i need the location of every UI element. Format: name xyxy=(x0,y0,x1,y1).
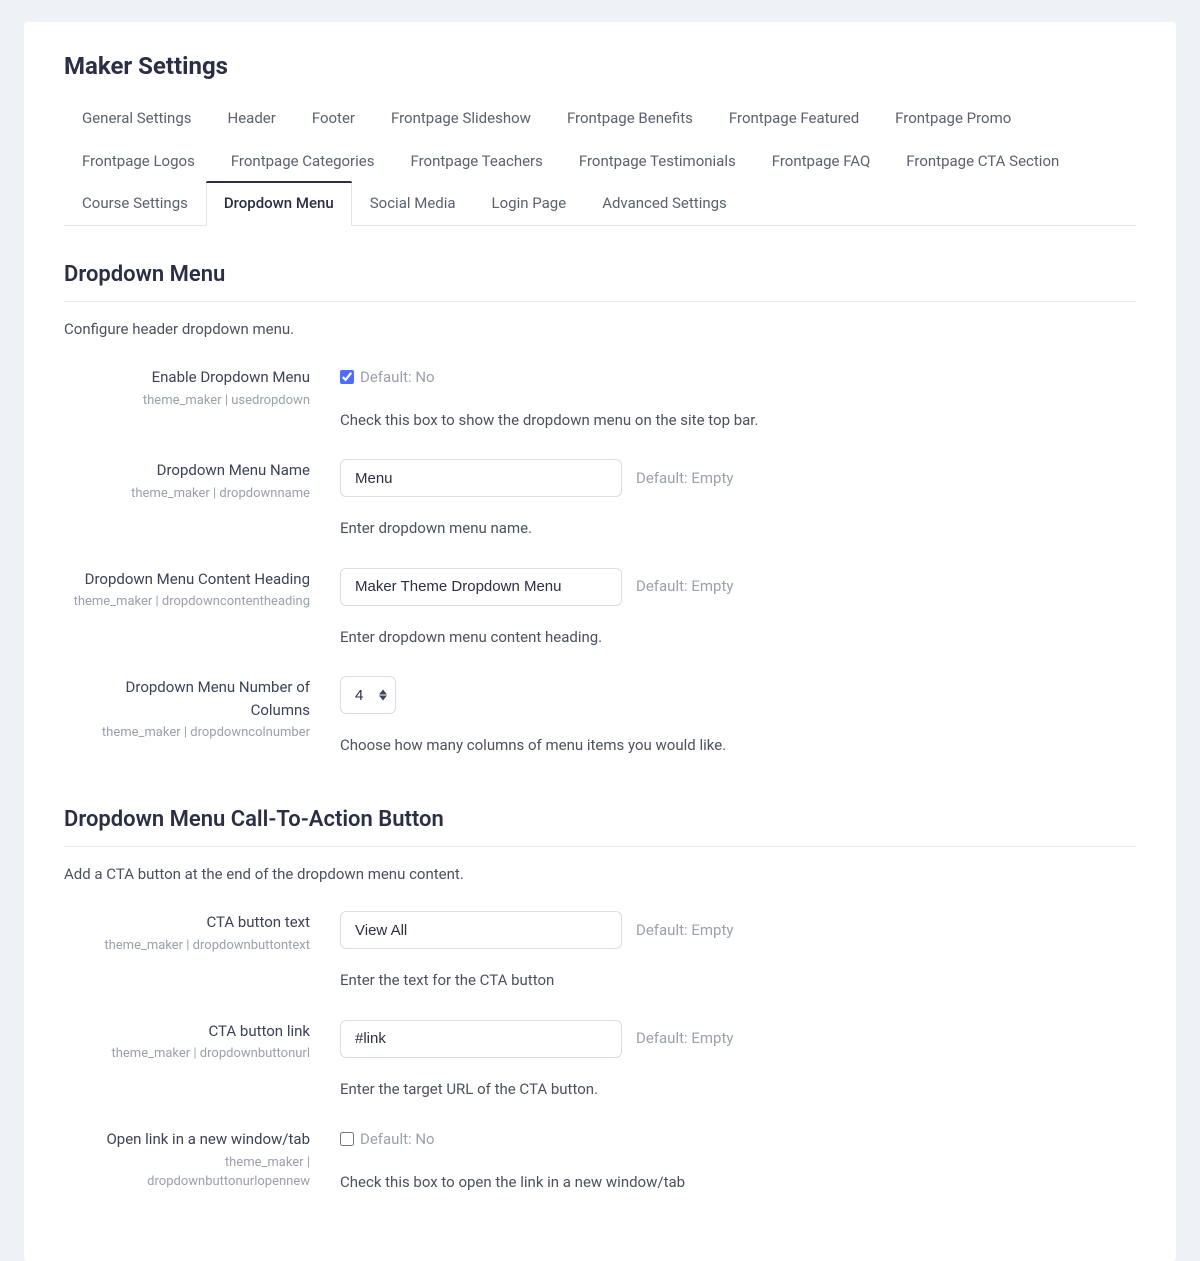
field-sub: theme_maker | dropdownname xyxy=(64,484,310,504)
cta-text-input[interactable] xyxy=(340,911,622,949)
input-col: Default: Empty Enter dropdown menu conte… xyxy=(340,568,1136,649)
row-cta-link: CTA button link theme_maker | dropdownbu… xyxy=(64,1020,1136,1101)
tabs-bar: General SettingsHeaderFooterFrontpage Sl… xyxy=(64,96,1136,226)
field-label: Open link in a new window/tab xyxy=(64,1128,310,1151)
tab-frontpage-categories[interactable]: Frontpage Categories xyxy=(213,139,393,183)
cta-link-input[interactable] xyxy=(340,1020,622,1058)
input-col: 4 Choose how many columns of menu items … xyxy=(340,676,1136,757)
label-col: Open link in a new window/tab theme_make… xyxy=(64,1128,340,1192)
label-col: Dropdown Menu Content Heading theme_make… xyxy=(64,568,340,612)
tab-frontpage-teachers[interactable]: Frontpage Teachers xyxy=(392,139,560,183)
help-text: Check this box to show the dropdown menu… xyxy=(340,409,1136,432)
field-label: Dropdown Menu Number of Columns xyxy=(64,676,310,721)
tab-frontpage-faq[interactable]: Frontpage FAQ xyxy=(754,139,889,183)
section-title-dropdown: Dropdown Menu xyxy=(64,258,1136,302)
field-label: CTA button link xyxy=(64,1020,310,1043)
enable-dropdown-checkbox[interactable] xyxy=(340,370,354,384)
field-sub: theme_maker | dropdownbuttonurl xyxy=(64,1044,310,1064)
label-col: CTA button text theme_maker | dropdownbu… xyxy=(64,911,340,955)
label-col: Dropdown Menu Number of Columns theme_ma… xyxy=(64,676,340,743)
section-desc-cta: Add a CTA button at the end of the dropd… xyxy=(64,863,1136,886)
tab-social-media[interactable]: Social Media xyxy=(352,181,474,226)
columns-select[interactable]: 4 xyxy=(340,676,396,714)
help-text: Enter dropdown menu content heading. xyxy=(340,626,1136,649)
help-text: Enter dropdown menu name. xyxy=(340,517,1136,540)
settings-panel: Maker Settings General SettingsHeaderFoo… xyxy=(24,22,1176,1261)
checkbox-wrap[interactable]: Default: No xyxy=(340,366,435,389)
label-col: CTA button link theme_maker | dropdownbu… xyxy=(64,1020,340,1064)
label-col: Enable Dropdown Menu theme_maker | usedr… xyxy=(64,366,340,410)
tab-dropdown-menu[interactable]: Dropdown Menu xyxy=(206,181,352,226)
new-window-checkbox[interactable] xyxy=(340,1132,354,1146)
input-col: Default: Empty Enter the target URL of t… xyxy=(340,1020,1136,1101)
row-new-window: Open link in a new window/tab theme_make… xyxy=(64,1128,1136,1193)
tab-frontpage-promo[interactable]: Frontpage Promo xyxy=(877,96,1029,140)
row-cta-text: CTA button text theme_maker | dropdownbu… xyxy=(64,911,1136,992)
default-text: Default: No xyxy=(360,1128,435,1151)
field-sub: theme_maker | dropdowncontentheading xyxy=(64,592,310,612)
tab-login-page[interactable]: Login Page xyxy=(474,181,585,226)
help-text: Choose how many columns of menu items yo… xyxy=(340,734,1136,757)
tab-footer[interactable]: Footer xyxy=(294,96,373,140)
dropdown-name-input[interactable] xyxy=(340,459,622,497)
field-sub: theme_maker | dropdowncolnumber xyxy=(64,723,310,743)
row-columns: Dropdown Menu Number of Columns theme_ma… xyxy=(64,676,1136,757)
field-sub: theme_maker | dropdownbuttontext xyxy=(64,936,310,956)
row-content-heading: Dropdown Menu Content Heading theme_make… xyxy=(64,568,1136,649)
help-text: Enter the target URL of the CTA button. xyxy=(340,1078,1136,1101)
default-text: Default: Empty xyxy=(636,919,733,942)
field-sub: theme_maker | dropdownbuttonurlopennew xyxy=(64,1153,310,1192)
tab-general-settings[interactable]: General Settings xyxy=(64,96,210,140)
field-label: Enable Dropdown Menu xyxy=(64,366,310,389)
field-label: Dropdown Menu Content Heading xyxy=(64,568,310,591)
field-sub: theme_maker | usedropdown xyxy=(64,391,310,411)
columns-select-wrap: 4 xyxy=(340,676,396,714)
tab-header[interactable]: Header xyxy=(210,96,294,140)
content-heading-input[interactable] xyxy=(340,568,622,606)
input-col: Default: No Check this box to open the l… xyxy=(340,1128,1136,1193)
tab-frontpage-logos[interactable]: Frontpage Logos xyxy=(64,139,213,183)
default-text: Default: No xyxy=(360,366,435,389)
input-col: Default: No Check this box to show the d… xyxy=(340,366,1136,431)
row-dropdown-name: Dropdown Menu Name theme_maker | dropdow… xyxy=(64,459,1136,540)
tab-frontpage-slideshow[interactable]: Frontpage Slideshow xyxy=(373,96,549,140)
default-text: Default: Empty xyxy=(636,1027,733,1050)
tab-course-settings[interactable]: Course Settings xyxy=(64,181,206,226)
section-title-cta: Dropdown Menu Call-To-Action Button xyxy=(64,803,1136,847)
tab-frontpage-testimonials[interactable]: Frontpage Testimonials xyxy=(561,139,754,183)
section-desc-dropdown: Configure header dropdown menu. xyxy=(64,318,1136,341)
row-enable-dropdown: Enable Dropdown Menu theme_maker | usedr… xyxy=(64,366,1136,431)
default-text: Default: Empty xyxy=(636,467,733,490)
help-text: Enter the text for the CTA button xyxy=(340,969,1136,992)
input-col: Default: Empty Enter dropdown menu name. xyxy=(340,459,1136,540)
tab-frontpage-featured[interactable]: Frontpage Featured xyxy=(711,96,877,140)
field-label: Dropdown Menu Name xyxy=(64,459,310,482)
checkbox-wrap[interactable]: Default: No xyxy=(340,1128,435,1151)
tab-advanced-settings[interactable]: Advanced Settings xyxy=(584,181,745,226)
tab-frontpage-benefits[interactable]: Frontpage Benefits xyxy=(549,96,711,140)
label-col: Dropdown Menu Name theme_maker | dropdow… xyxy=(64,459,340,503)
help-text: Check this box to open the link in a new… xyxy=(340,1171,1136,1194)
tab-frontpage-cta-section[interactable]: Frontpage CTA Section xyxy=(888,139,1077,183)
field-label: CTA button text xyxy=(64,911,310,934)
input-col: Default: Empty Enter the text for the CT… xyxy=(340,911,1136,992)
default-text: Default: Empty xyxy=(636,575,733,598)
page-title: Maker Settings xyxy=(64,48,1136,84)
